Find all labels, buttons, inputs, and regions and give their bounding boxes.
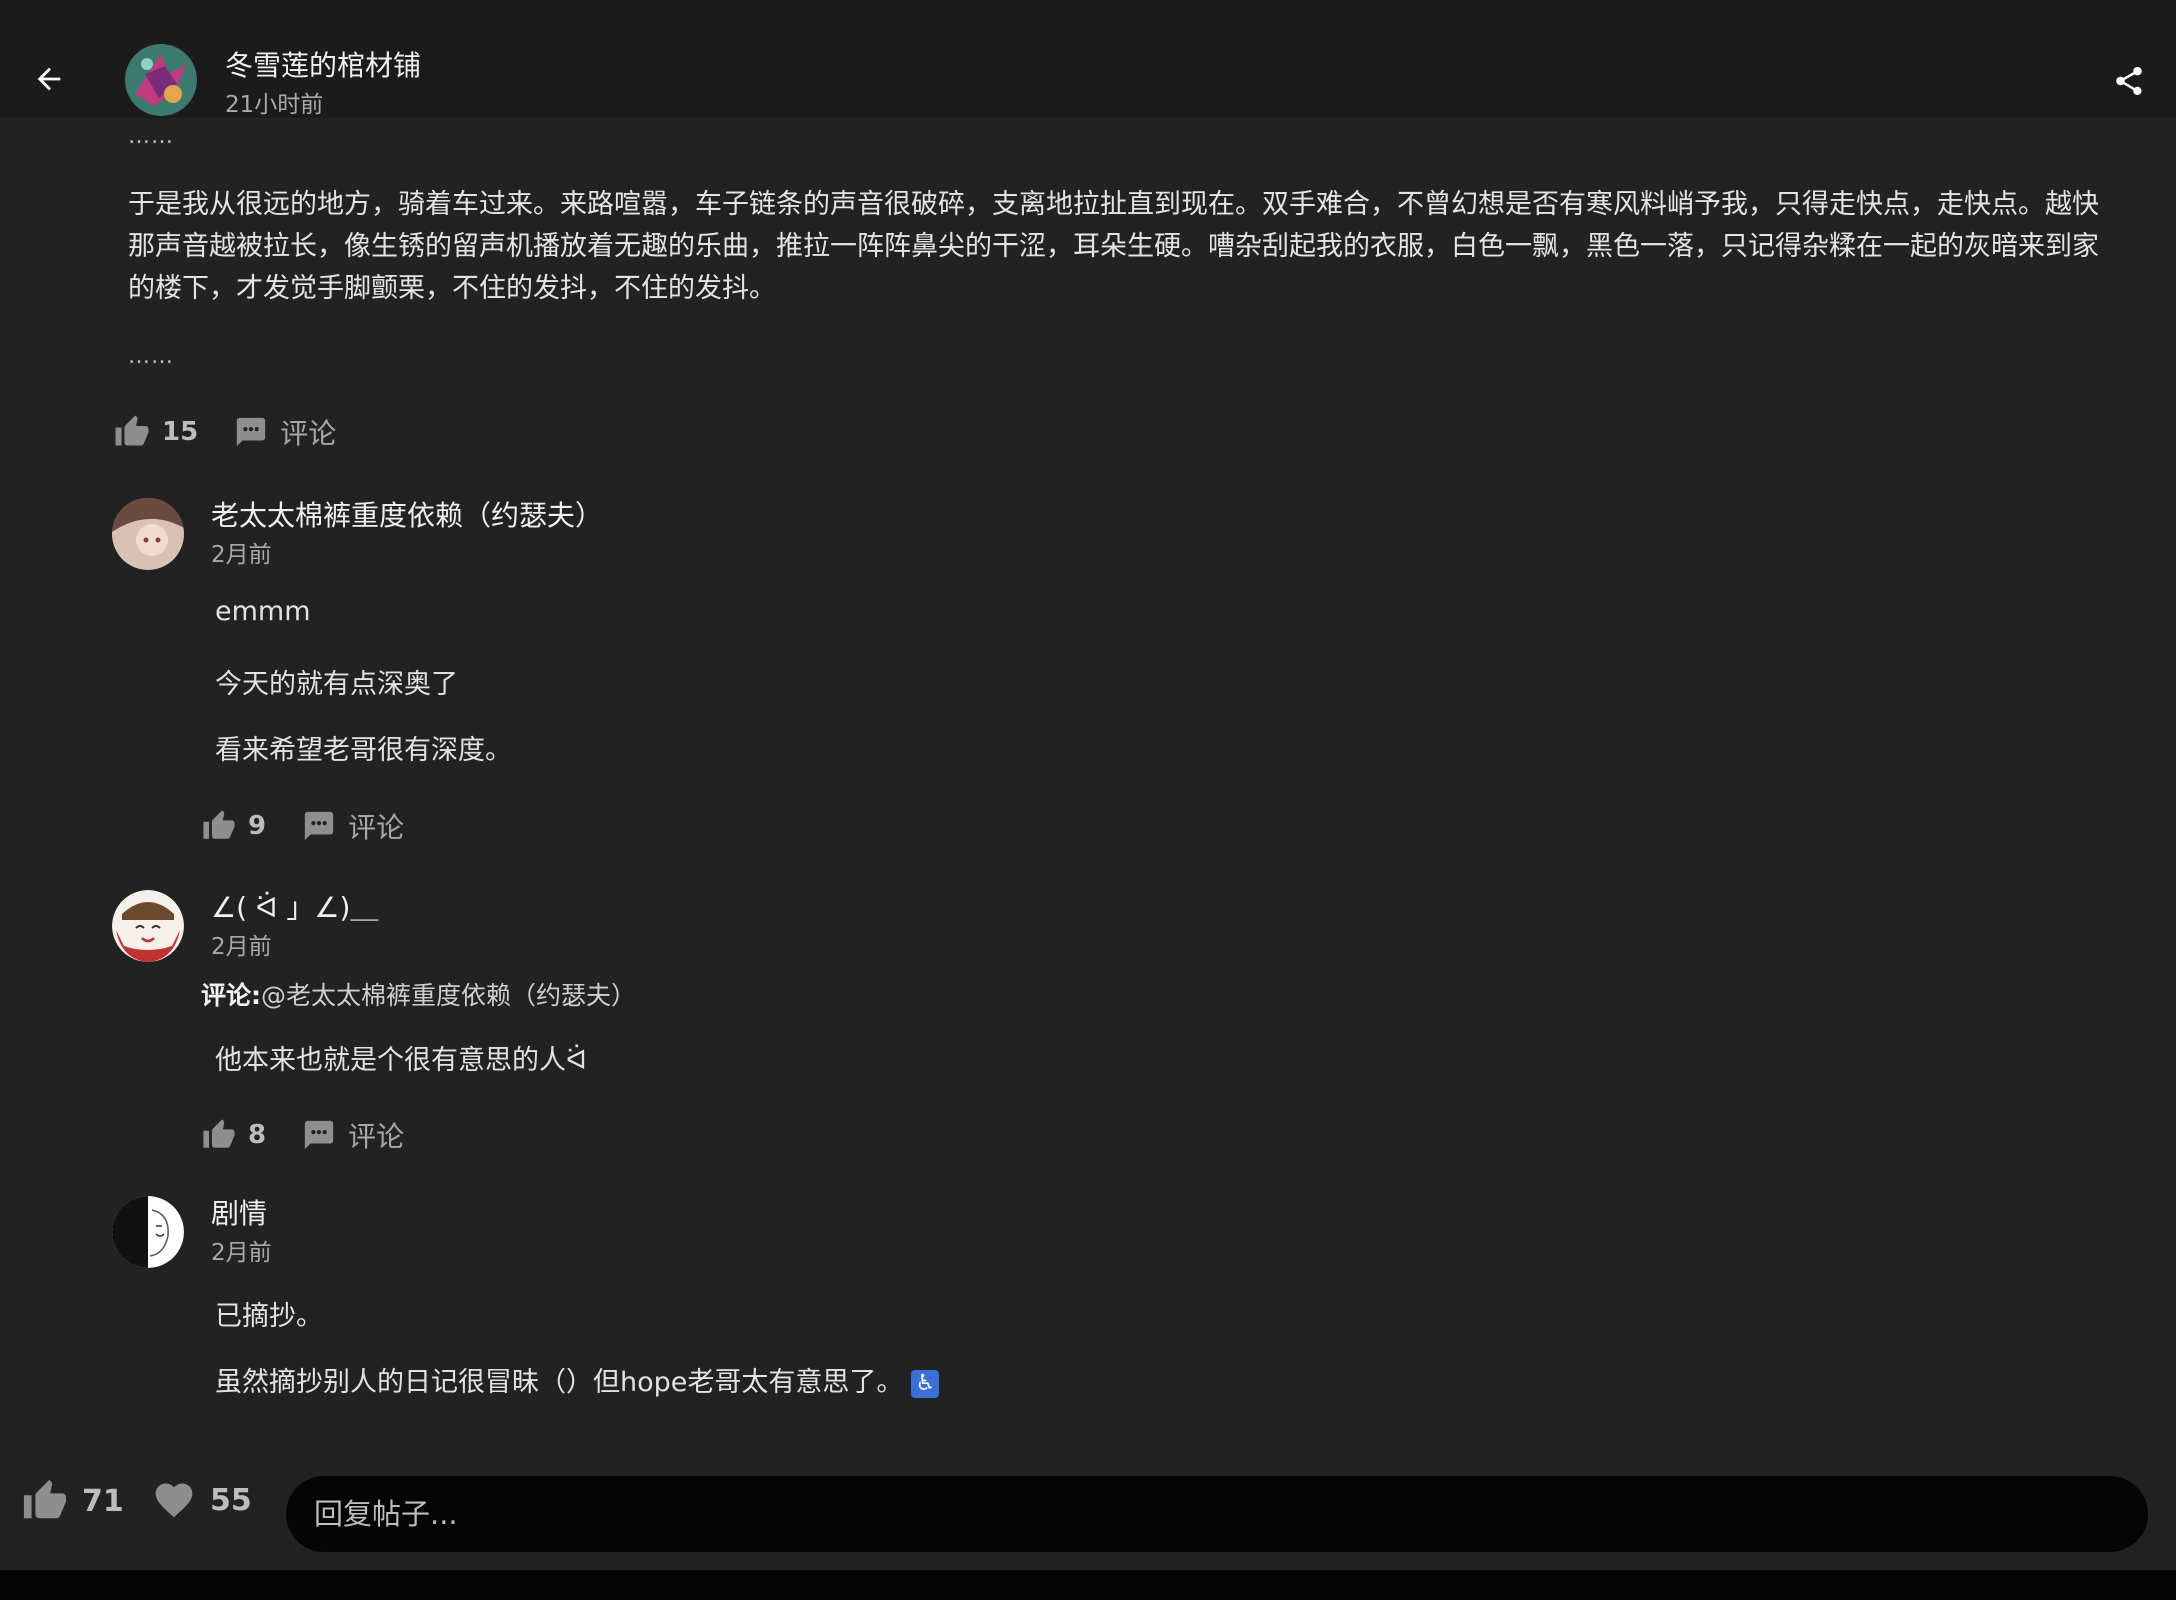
reply-reference: 评论:@老太太棉裤重度依赖（约瑟夫） xyxy=(201,976,636,1012)
back-button[interactable] xyxy=(28,58,70,100)
comment-text-line-with-emoji: 虽然摘抄别人的日记很冒昧（）但hope老哥太有意思了。 ♿ xyxy=(215,1360,940,1399)
author-name[interactable]: 冬雪莲的棺材铺 xyxy=(225,44,421,84)
system-nav-strip xyxy=(0,1570,2176,1600)
share-icon xyxy=(2116,66,2142,96)
thumbs-up-icon xyxy=(203,810,235,839)
comment-text: 虽然摘抄别人的日记很冒昧（）但hope老哥太有意思了。 xyxy=(215,1367,904,1398)
reply-target[interactable]: @老太太棉裤重度依赖（约瑟夫） xyxy=(261,981,636,1010)
commenter-name[interactable]: ∠( ᐛ 」∠)＿ xyxy=(211,886,378,926)
commenter-avatar[interactable] xyxy=(112,1196,184,1268)
reply-prefix: 评论: xyxy=(201,981,261,1010)
post-actions: 15 评论 xyxy=(114,412,336,452)
top-bar: 冬雪莲的棺材铺 21小时前 xyxy=(0,0,2176,118)
wheelchair-emoji: ♿ xyxy=(911,1369,940,1398)
post-like-bottom-button[interactable]: 71 xyxy=(22,1478,124,1524)
post-like-button[interactable] xyxy=(114,414,150,450)
share-button[interactable] xyxy=(2108,60,2150,102)
commenter-avatar[interactable] xyxy=(112,890,184,962)
comment-text-line: 今天的就有点深奥了 xyxy=(215,669,458,700)
post-content-area[interactable]: …… 于是我从很远的地方，骑着车过来。来路喧嚣，车子链条的声音很破碎，支离地拉扯… xyxy=(0,118,2176,1448)
comment-like-button[interactable] xyxy=(202,1118,236,1152)
arrow-left-icon xyxy=(37,67,61,91)
post-comment-label[interactable]: 评论 xyxy=(280,412,336,452)
thumbs-up-icon xyxy=(115,415,149,446)
comment-bubble-icon xyxy=(304,811,334,841)
comment-like-button[interactable] xyxy=(202,809,236,843)
reply-post-input[interactable] xyxy=(286,1476,2148,1552)
comment-text-line: 已摘抄。 xyxy=(215,1301,323,1332)
comment-text-line: 他本来也就是个很有意思的人ᐛ xyxy=(215,1045,587,1076)
comment-bubble-icon xyxy=(237,417,266,447)
comment-like-count: 9 xyxy=(248,811,267,841)
comment-text-line: 看来希望老哥很有深度。 xyxy=(215,735,512,766)
bottom-like-count: 71 xyxy=(82,1483,124,1519)
avatar-art xyxy=(112,890,184,962)
post-body: 于是我从很远的地方，骑着车过来。来路喧嚣，车子链条的声音很破碎，支离地拉扯直到现… xyxy=(128,189,2099,304)
bottom-fav-count: 55 xyxy=(210,1482,252,1518)
ellipsis-top: …… xyxy=(128,124,174,149)
comment-like-count: 8 xyxy=(248,1120,267,1150)
commenter-name[interactable]: 剧情 xyxy=(211,1192,267,1232)
comment-time: 2月前 xyxy=(211,542,272,568)
comment-reply-button[interactable] xyxy=(302,809,336,843)
bottom-action-bar: 71 55 xyxy=(0,1448,2176,1570)
comment-time: 2月前 xyxy=(211,934,272,960)
commenter-avatar[interactable] xyxy=(112,498,184,570)
comment-actions: 8 评论 xyxy=(202,1115,404,1155)
post-like-count: 15 xyxy=(162,417,199,447)
comment-text-line: emmm xyxy=(215,596,311,627)
comment-actions: 9 评论 xyxy=(202,806,404,846)
author-avatar[interactable] xyxy=(125,44,197,116)
comment-bubble-icon xyxy=(304,1120,334,1150)
post-time: 21小时前 xyxy=(225,92,324,118)
commenter-name[interactable]: 老太太棉裤重度依赖（约瑟夫） xyxy=(211,494,603,534)
thumbs-up-icon xyxy=(23,1479,67,1519)
comment-reply-label[interactable]: 评论 xyxy=(348,806,404,846)
favorite-button[interactable]: 55 xyxy=(152,1478,252,1522)
avatar-art xyxy=(112,498,184,570)
comment-reply-label[interactable]: 评论 xyxy=(348,1115,404,1155)
post-comment-button[interactable] xyxy=(234,415,268,449)
avatar-art xyxy=(112,1196,184,1268)
comment-time: 2月前 xyxy=(211,1240,272,1266)
comment-reply-button[interactable] xyxy=(302,1118,336,1152)
heart-icon xyxy=(155,1483,193,1518)
thumbs-up-icon xyxy=(203,1119,235,1148)
avatar-art xyxy=(125,44,197,116)
ellipsis-bottom: …… xyxy=(128,344,174,369)
